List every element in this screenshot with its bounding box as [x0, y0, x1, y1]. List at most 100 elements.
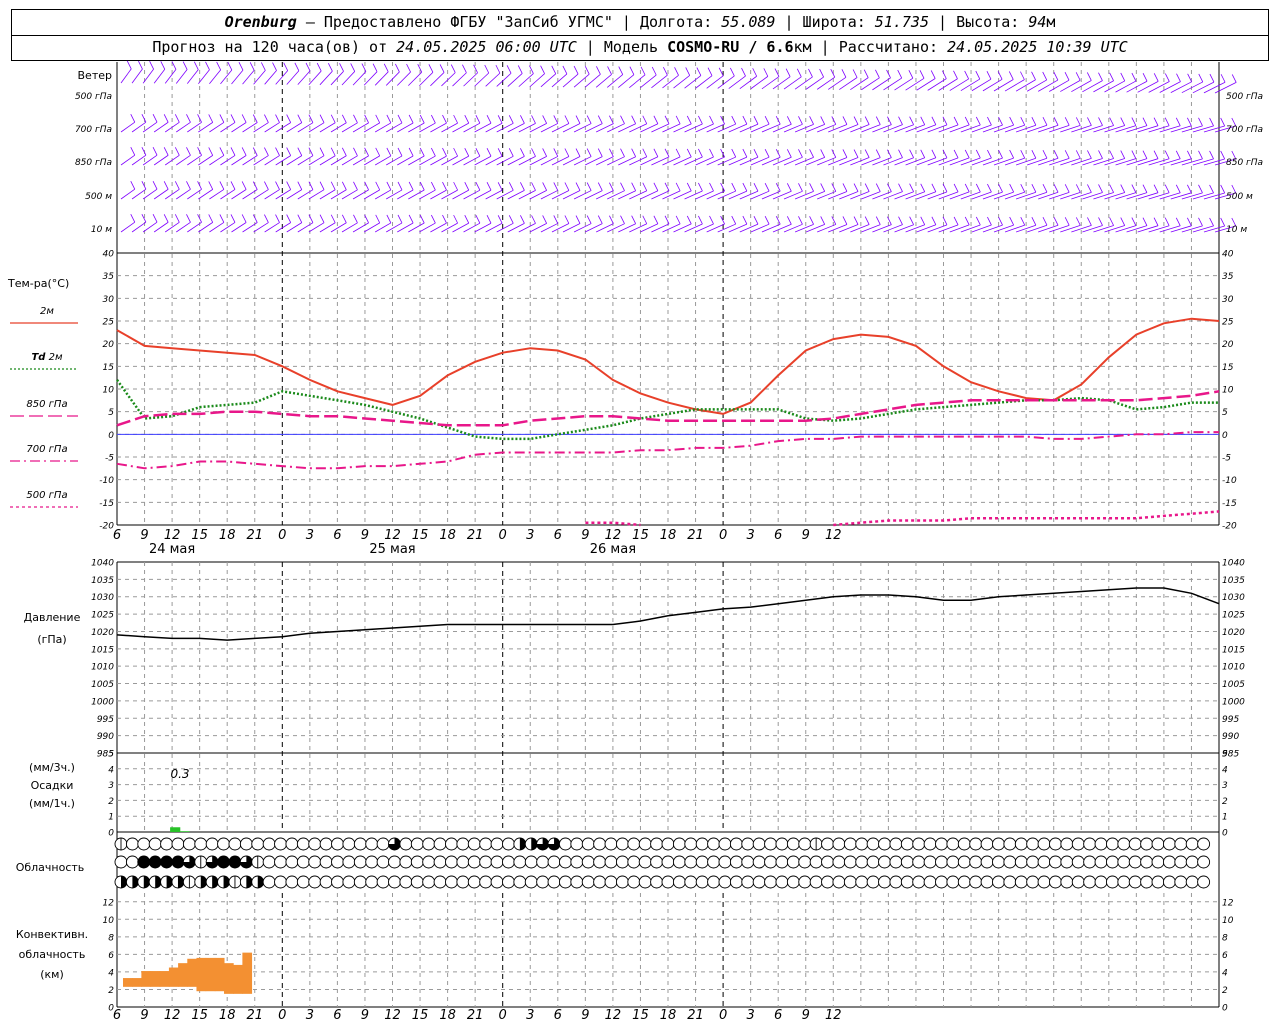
wind-barb	[772, 156, 792, 166]
wind-barb	[673, 223, 692, 233]
wind-barb	[1049, 79, 1070, 92]
wind-barb-feather	[241, 147, 247, 156]
wind-barb-feather	[1209, 184, 1214, 194]
wind-barb	[916, 157, 936, 166]
wind-barb-feather	[208, 214, 214, 223]
wind-barb-feather	[497, 215, 503, 224]
wind-barb-feather	[419, 147, 425, 157]
cloud-cover-symbol	[1003, 837, 1017, 851]
cloud-cover-symbol	[729, 875, 743, 889]
cloud-cover-symbol	[1083, 837, 1097, 851]
wind-barb	[496, 72, 512, 87]
wind-barb-feather	[163, 214, 169, 223]
convective-bar	[242, 952, 253, 994]
wind-barb-feather	[431, 214, 436, 224]
wind-barb	[242, 189, 258, 200]
wind-barb-feather	[241, 114, 247, 123]
y-tick-right: 40	[1222, 250, 1234, 260]
hour-tick-label-bottom: 9	[802, 1008, 810, 1023]
cloud-cover-symbol	[1197, 855, 1211, 869]
wind-barb-feather	[742, 115, 748, 125]
wind-barb	[618, 223, 636, 233]
wind-barb-feather	[216, 61, 222, 71]
wind-barb	[209, 69, 221, 85]
wind-barb	[982, 78, 1003, 92]
wind-barb	[772, 223, 792, 233]
wind-barb-feather	[1198, 150, 1203, 160]
wind-barb	[728, 223, 748, 233]
cloud-cover-symbol	[684, 875, 698, 889]
wind-barb	[209, 189, 225, 200]
wind-barb-feather	[597, 115, 603, 124]
wind-barb	[198, 189, 213, 200]
wind-barb-feather	[875, 69, 880, 78]
cloud-cover-symbol	[786, 855, 800, 869]
cloud-cover-symbol	[422, 855, 436, 869]
wind-barb	[176, 188, 191, 200]
wind-barb-feather	[1198, 184, 1203, 194]
cloud-cover-symbol	[228, 837, 242, 851]
wind-barb-feather	[275, 214, 280, 223]
cloud-cover-symbol	[729, 855, 743, 869]
wind-barb-feather	[798, 216, 803, 225]
y-tick-right: -15	[1222, 499, 1237, 509]
wind-barb-feather	[575, 115, 581, 124]
wind-barb-feather	[1031, 184, 1037, 193]
wind-barb-feather	[1042, 217, 1048, 226]
wind-barb	[662, 123, 681, 133]
cloud-cover-symbol	[171, 837, 185, 851]
wind-barb-feather	[987, 183, 992, 193]
y-tick-right: 1040	[1222, 559, 1245, 569]
wind-barb	[805, 76, 824, 90]
wind-barb-feather	[531, 215, 536, 224]
wind-barb-feather	[718, 67, 724, 77]
cloud-cover-symbol	[855, 875, 869, 889]
wind-barb-feather	[663, 66, 668, 76]
wind-barb	[805, 157, 825, 166]
wind-barb-feather	[486, 148, 492, 157]
wind-barb	[220, 155, 236, 166]
wind-barb-feather	[1087, 184, 1092, 193]
wind-barb	[198, 122, 213, 133]
wind-barb	[805, 124, 825, 133]
hour-tick-label: 3	[526, 528, 534, 543]
wind-barb-feather	[620, 182, 625, 191]
cloud-cover-symbol	[809, 875, 823, 889]
wind-barb-feather	[375, 181, 381, 191]
cloud-cover-symbol	[296, 875, 310, 889]
cloud-cover-symbol	[866, 837, 880, 851]
wind-barb-feather	[642, 182, 648, 191]
wind-barb-feather	[831, 216, 837, 225]
wind-barb-feather	[1175, 150, 1181, 159]
wind-barb	[164, 121, 180, 133]
wind-barb-feather	[553, 148, 559, 157]
wind-barb-feather	[919, 70, 925, 79]
cloud-cover-symbol	[627, 855, 641, 869]
cloud-cover-symbol	[490, 855, 504, 869]
hour-tick-label: 21	[687, 528, 704, 543]
wind-barb-feather	[506, 65, 512, 74]
cloud-cover-symbol	[661, 855, 675, 869]
wind-barb-feather	[853, 216, 859, 225]
wind-barb	[861, 224, 881, 233]
wind-barb	[982, 157, 1003, 166]
hour-tick-label: 12	[164, 528, 181, 543]
wind-barb-feather	[1220, 74, 1226, 83]
wind-barb-feather	[230, 147, 236, 156]
wind-barb-feather	[1053, 117, 1059, 126]
cloud-cover-symbol	[1117, 855, 1131, 869]
wind-barb	[839, 77, 858, 90]
cloud-cover-symbol	[1162, 855, 1176, 869]
wind-barb-feather	[395, 63, 400, 73]
wind-barb-feather	[898, 216, 903, 225]
wind-barb-feather	[864, 216, 870, 225]
wind-barb-feather	[294, 62, 300, 71]
wind-barb	[1082, 225, 1103, 233]
cloud-cover-symbol	[570, 855, 584, 869]
wind-barb	[927, 157, 948, 166]
cloud-cover-symbol	[843, 837, 857, 851]
wind-barb-feather	[562, 65, 568, 75]
wind-barb	[253, 70, 266, 85]
wind-barb	[220, 189, 236, 200]
wind-barb	[783, 223, 803, 233]
